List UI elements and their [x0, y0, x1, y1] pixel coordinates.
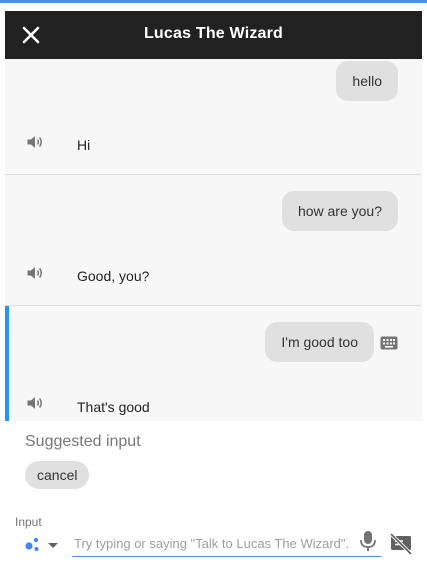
no-display-icon[interactable]	[389, 532, 413, 556]
assistant-reply: Hi	[77, 137, 91, 153]
conversation-turn-active: I'm good too That's good	[5, 306, 422, 421]
input-panel: Suggested input cancel Input	[5, 421, 422, 564]
assistant-reply: That's good	[77, 399, 150, 415]
conversation-turn: how are you? Good, you?	[5, 175, 422, 306]
conversation-turn: hello Hi	[5, 59, 422, 175]
assistant-dots-icon[interactable]	[23, 534, 63, 554]
user-message-bubble: hello	[336, 61, 398, 101]
frame-top-gap	[5, 3, 422, 11]
chevron-down-icon	[48, 543, 58, 548]
mic-icon[interactable]	[357, 529, 379, 553]
page-title: Lucas The Wizard	[143, 25, 284, 42]
speaker-icon[interactable]	[25, 393, 45, 413]
suggestion-chip-cancel[interactable]: cancel	[25, 461, 90, 489]
user-message-bubble: how are you?	[281, 191, 398, 231]
speaker-icon[interactable]	[25, 132, 45, 152]
speaker-icon[interactable]	[25, 263, 45, 283]
query-input[interactable]	[72, 531, 381, 557]
title-bar: Lucas The Wizard	[5, 11, 422, 59]
input-label: Input	[15, 515, 42, 529]
assistant-reply: Good, you?	[77, 268, 150, 284]
user-message-bubble: I'm good too	[265, 322, 374, 362]
suggested-input-label: Suggested input	[25, 433, 141, 450]
keyboard-icon	[380, 336, 398, 350]
